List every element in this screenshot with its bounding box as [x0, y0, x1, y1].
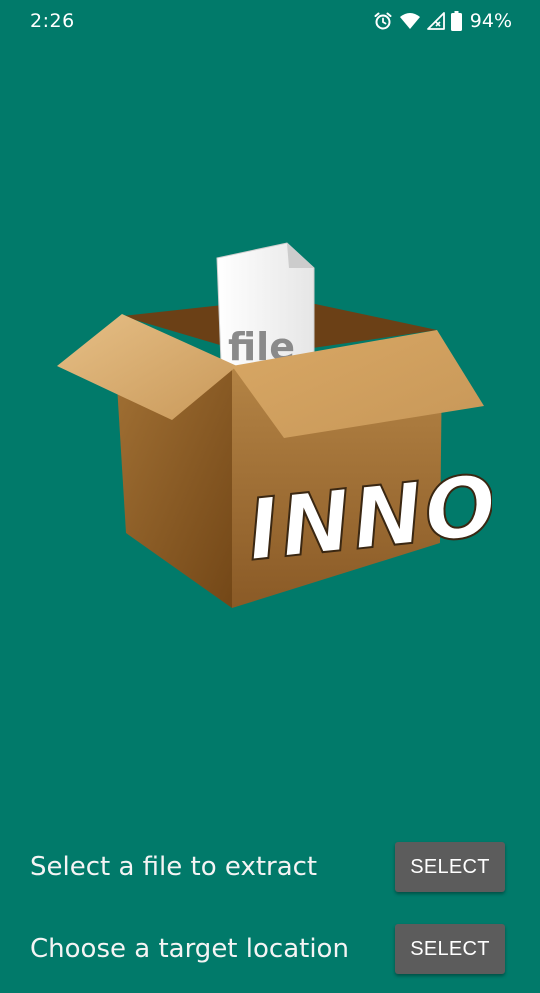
status-bar: 2:26 94%	[0, 0, 540, 44]
target-location-row: Choose a target location SELECT	[0, 924, 540, 976]
status-time: 2:26	[30, 10, 75, 32]
select-target-button[interactable]: SELECT	[395, 924, 505, 974]
target-location-label: Choose a target location	[30, 934, 349, 964]
battery-icon	[450, 11, 462, 31]
alarm-icon	[373, 11, 393, 31]
wifi-icon	[399, 12, 421, 30]
status-icons: 94%	[373, 9, 512, 33]
inno-box-logo: file INNO	[57, 242, 492, 608]
select-file-row: Select a file to extract SELECT	[0, 842, 540, 894]
cell-signal-icon	[426, 12, 445, 30]
select-file-label: Select a file to extract	[30, 852, 318, 882]
select-file-button[interactable]: SELECT	[395, 842, 505, 892]
battery-percentage: 94%	[469, 10, 512, 32]
